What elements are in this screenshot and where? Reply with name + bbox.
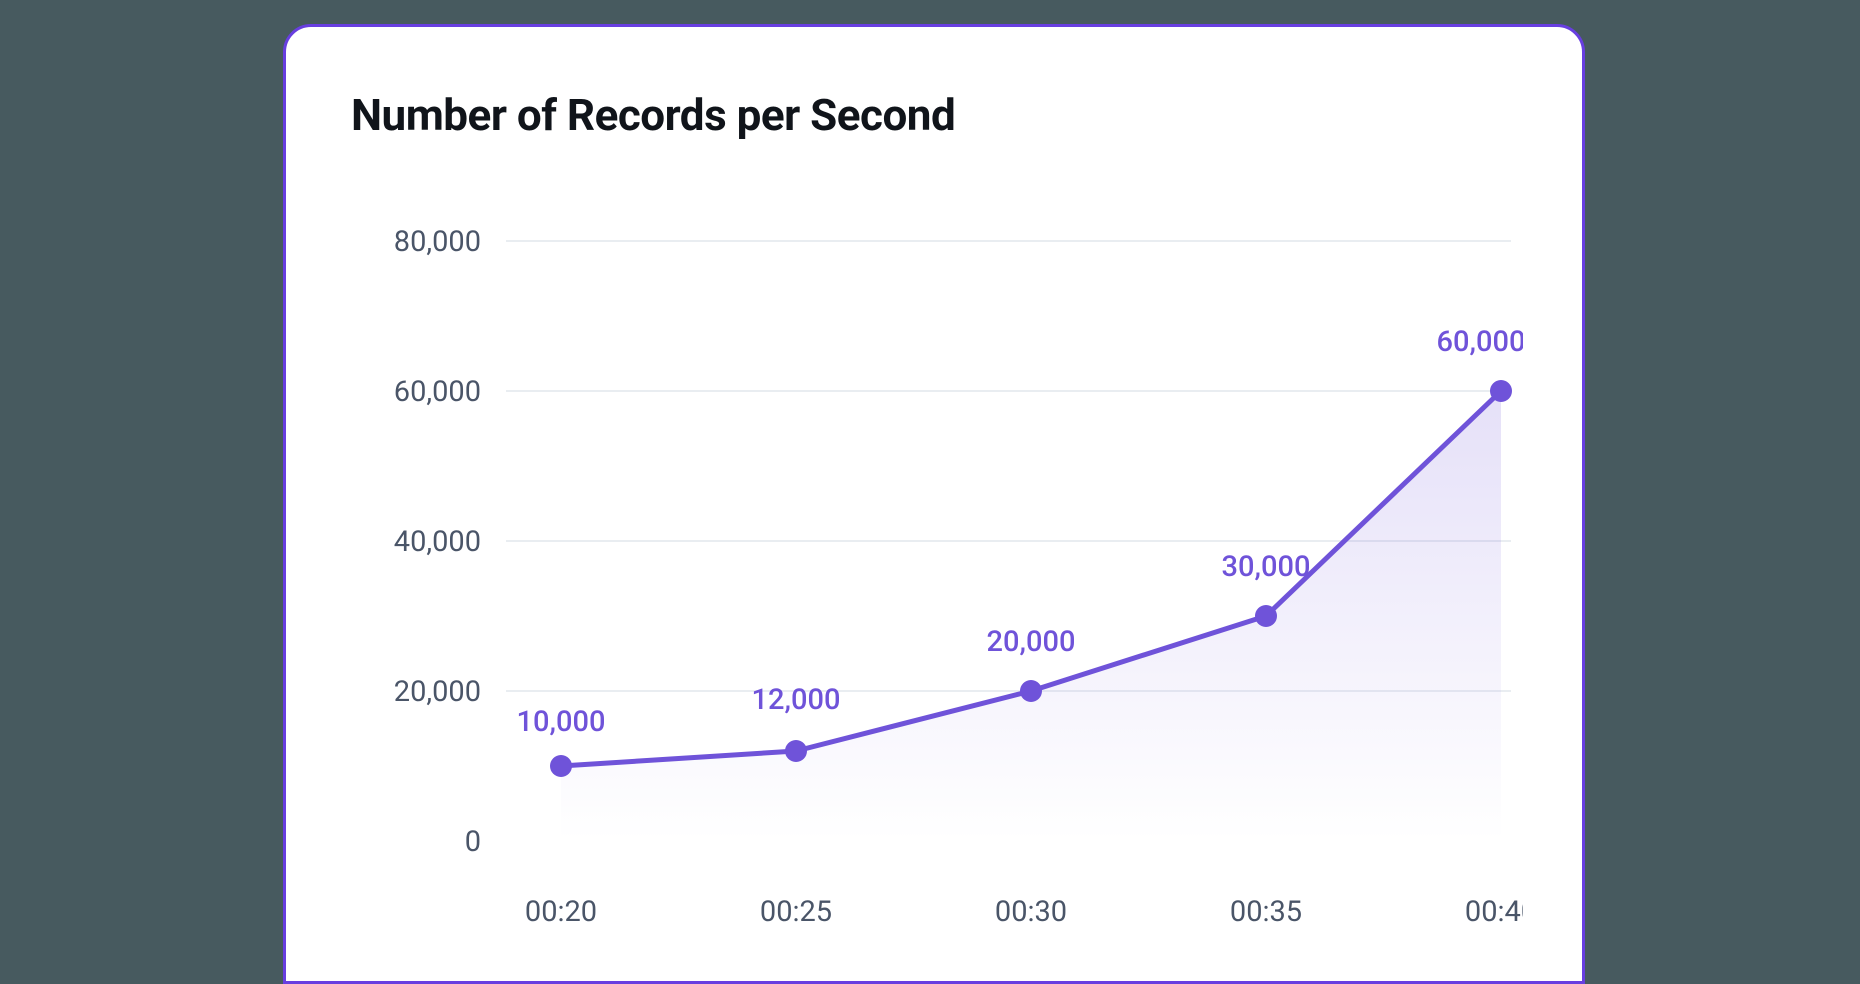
data-label: 60,000 [1437,325,1523,359]
ytick-80000: 80,000 [394,225,1511,259]
data-point [1490,380,1512,402]
xtick-label: 00:40 [1465,895,1523,929]
data-label: 20,000 [987,625,1076,659]
ytick-label: 0 [465,825,481,859]
ytick-label: 80,000 [394,225,481,259]
ytick-60000: 60,000 [394,375,1511,409]
chart-card: Number of Records per Second 80,000 60,0… [283,24,1585,984]
chart-area: 80,000 60,000 40,000 20,000 0 [351,191,1517,971]
data-label: 12,000 [752,683,841,717]
xtick-label: 00:35 [1230,895,1302,929]
xtick-label: 00:20 [525,895,597,929]
ytick-label: 60,000 [394,375,481,409]
xtick-label: 00:30 [995,895,1067,929]
ytick-label: 40,000 [394,525,481,559]
data-point [785,740,807,762]
data-point [1020,680,1042,702]
data-point [1255,605,1277,627]
line-chart: 80,000 60,000 40,000 20,000 0 [351,191,1523,971]
x-axis: 00:20 00:25 00:30 00:35 00:40 [525,895,1523,929]
chart-area-fill [561,391,1501,841]
data-point [550,755,572,777]
ytick-0: 0 [465,825,481,859]
ytick-label: 20,000 [394,675,481,709]
chart-title: Number of Records per Second [351,89,1517,141]
data-label: 30,000 [1222,550,1311,584]
xtick-label: 00:25 [760,895,832,929]
data-label: 10,000 [517,705,606,739]
